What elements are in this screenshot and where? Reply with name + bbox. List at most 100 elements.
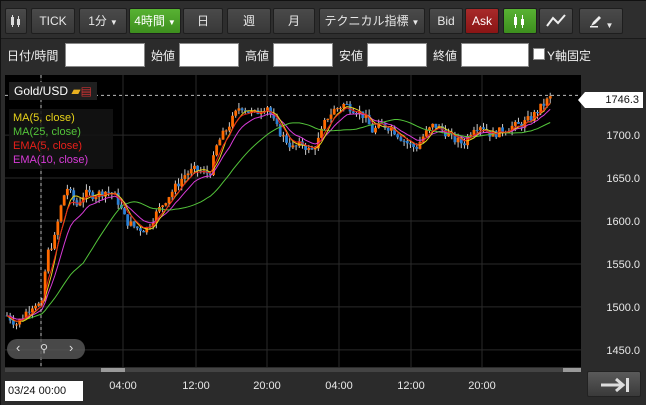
candle-body: [34, 305, 37, 309]
indicator-legend: MA(5, close) MA(25, close) EMA(5, close)…: [9, 109, 113, 169]
candle-body: [123, 208, 126, 215]
candle-body: [56, 221, 60, 235]
candle-body: [183, 175, 187, 179]
candle-body: [139, 228, 142, 231]
candle-body: [548, 96, 552, 99]
high-label: 高値: [245, 49, 270, 63]
symbol-label: Gold/USD ▰▤: [9, 82, 97, 100]
y-tick-label: 1500.0: [606, 302, 640, 314]
candle-body: [218, 139, 222, 146]
line-mode-button[interactable]: [539, 8, 573, 34]
us-flag-icon: ▤: [80, 84, 92, 98]
jump-to-latest-button[interactable]: [587, 371, 641, 397]
candle-body: [221, 130, 225, 140]
yaxis-fix-checkbox[interactable]: [533, 48, 545, 60]
week-button[interactable]: 週: [227, 8, 271, 34]
candle-body: [62, 195, 66, 206]
scrollbar-thumb: [101, 368, 125, 372]
candle-body: [107, 191, 111, 193]
tick-button[interactable]: TICK: [31, 8, 75, 34]
ask-button[interactable]: Ask: [465, 8, 499, 34]
candle-body: [186, 173, 190, 176]
candle-body: [307, 148, 311, 150]
chevron-down-icon: ▼: [411, 18, 420, 27]
candle-body: [475, 129, 479, 131]
candle-body: [231, 115, 234, 127]
draw-tool-dropdown[interactable]: ▼: [579, 8, 623, 34]
candle-body: [434, 123, 438, 128]
chart-nav-controls: ‹ ⚲ ›: [7, 339, 85, 359]
current-price-label: 1746.3: [578, 92, 643, 108]
scrollbar-thumb-right: [563, 368, 581, 372]
candle-body: [278, 123, 282, 137]
candle-body: [132, 221, 136, 227]
candle-body: [463, 143, 466, 146]
candle-body: [15, 324, 18, 326]
legend-ma5: MA(5, close): [13, 112, 75, 124]
candle-body: [177, 183, 180, 187]
candle-body: [326, 118, 330, 120]
x-tick-label: 20:00: [253, 380, 281, 392]
candle-body: [170, 191, 174, 198]
candle-body: [27, 311, 31, 313]
bid-button[interactable]: Bid: [429, 8, 463, 34]
candle-body: [227, 126, 231, 131]
candle-body: [285, 135, 288, 143]
day-button[interactable]: 日: [183, 8, 223, 34]
indicator-dropdown[interactable]: テクニカル指標 ▼: [319, 8, 425, 34]
chart-type-button[interactable]: [5, 8, 27, 34]
x-tick-label: 12:00: [397, 380, 425, 392]
candle-body: [478, 127, 482, 131]
interval-label: 1分: [88, 14, 107, 28]
candle-body: [405, 141, 409, 144]
y-tick-label: 1700.0: [606, 130, 640, 142]
timeframe-4h-button[interactable]: 4時間 ▼: [129, 8, 181, 34]
candle-body: [59, 205, 63, 222]
candle-body: [53, 234, 57, 249]
candle-body: [65, 188, 69, 196]
candle-body: [335, 108, 339, 110]
candle-body: [374, 127, 377, 133]
ohlc-bar: 日付/時間 始値 高値 安値 終値 Y軸固定: [1, 39, 646, 71]
jump-latest-icon: [601, 377, 629, 393]
candle-body: [167, 197, 171, 204]
low-field: [367, 43, 427, 67]
toolbar: TICK 1分 ▼ 4時間 ▼ 日 週 月 テクニカル指標 ▼ Bid Ask ▼: [1, 1, 646, 39]
candle-body: [189, 168, 193, 174]
candle-body: [396, 134, 400, 138]
zoom-icon[interactable]: ⚲: [40, 342, 48, 355]
scroll-left-icon[interactable]: ‹: [16, 340, 20, 355]
candle-body: [323, 119, 327, 129]
candle-body: [342, 104, 346, 108]
candle-body: [69, 188, 72, 191]
x-tick-label: 20:00: [468, 380, 496, 392]
candle-body: [37, 303, 41, 306]
y-tick-label: 1650.0: [606, 173, 640, 185]
candle-body: [399, 137, 403, 141]
candle-body: [339, 107, 342, 109]
candle-body: [50, 248, 53, 250]
candle-body: [542, 103, 546, 106]
candle-body: [456, 137, 460, 143]
scroll-right-icon[interactable]: ›: [69, 340, 73, 355]
candlestick-mode-button[interactable]: [503, 8, 537, 34]
month-button[interactable]: 月: [273, 8, 315, 34]
x-tick-label: 04:00: [325, 380, 353, 392]
close-field: [461, 43, 529, 67]
candle-body: [332, 108, 336, 115]
interval-dropdown[interactable]: 1分 ▼: [79, 8, 127, 34]
pencil-icon: [589, 16, 601, 28]
line-chart-icon: [546, 14, 566, 27]
candle-body: [291, 145, 295, 148]
candle-body: [237, 108, 241, 111]
chart-window: TICK 1分 ▼ 4時間 ▼ 日 週 月 テクニカル指標 ▼ Bid Ask ▼ 日…: [0, 0, 646, 405]
candle-body: [345, 104, 349, 106]
legend-ema10: EMA(10, close): [13, 154, 89, 166]
candle-body: [351, 111, 355, 113]
candle-body: [142, 230, 145, 233]
y-tick-label: 1600.0: [606, 216, 640, 228]
chevron-down-icon: ▼: [109, 18, 118, 27]
gold-bar-icon: ▰: [71, 84, 81, 98]
candle-body: [288, 142, 292, 148]
datetime-label: 日付/時間: [7, 49, 59, 63]
